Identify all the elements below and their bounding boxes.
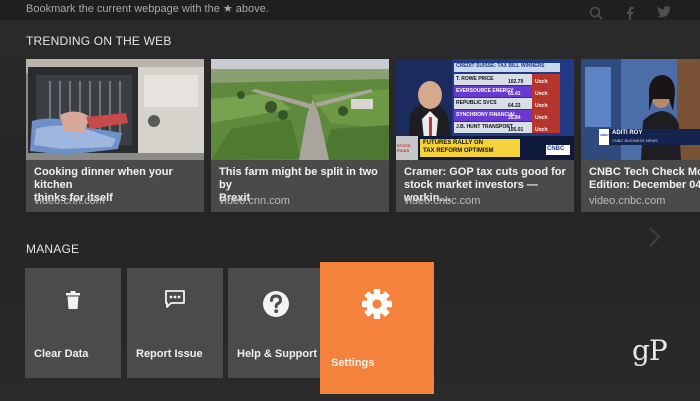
tile-label: Help & Support [237,348,318,360]
card-source: video.cnbc.com [589,195,666,207]
card-source: video.cnbc.com [404,195,481,207]
banner-left: STOCK PICKS [397,143,411,153]
video-thumbnail: CREDIT SUISSE: TAX BILL WINNERS T. ROWE … [396,59,574,160]
clear-data-button[interactable]: Clear Data [25,268,121,378]
ticker-row: J.B. HUNT TRANSPORT [456,124,513,130]
watermark-logo: gP [632,334,668,367]
lower-third-name: ADITI ROY [612,130,643,136]
settings-button[interactable]: Settings [320,262,434,394]
card-title: CNBC Tech Check Morn Edition: December 0… [589,166,700,191]
bookmark-hint: Bookmark the current webpage with the ★ … [26,3,269,15]
banner-text: FUTURES RALLY ON TAX REFORM OPTIMISM [423,140,494,154]
report-issue-button[interactable]: Report Issue [127,268,223,378]
video-thumbnail [26,59,204,160]
card-source: video.cnn.com [219,195,290,207]
ticker-header: CREDIT SUISSE: TAX BILL WINNERS [456,63,545,69]
twitter-icon[interactable] [656,6,672,22]
ticker-row: T. ROWE PRICE [456,76,494,82]
video-thumbnail: ADITI ROY CNBC BUSINESS NEWS CNBC [581,59,700,160]
card-source: video.cnn.com [34,195,105,207]
top-icons [588,6,672,22]
trending-section-title: TRENDING ON THE WEB [26,34,172,48]
cnbc-logo: CNBC [600,133,609,137]
trending-card-farm[interactable]: This farm might be split in two by Brexi… [211,59,389,212]
ticker-values: 102.79 65.41 64.22 35.84 105.01 [508,79,524,133]
facebook-icon[interactable] [622,6,638,22]
message-icon [165,290,185,313]
gear-icon [361,288,393,325]
tile-label: Report Issue [136,348,203,360]
lower-third-role: CNBC BUSINESS NEWS [612,138,658,143]
top-bar: Bookmark the current webpage with the ★ … [0,0,700,20]
trending-card-cramer[interactable]: CREDIT SUISSE: TAX BILL WINNERS T. ROWE … [396,59,574,212]
trash-icon [65,290,81,315]
trending-card-kitchen[interactable]: Cooking dinner when your kitchen thinks … [26,59,204,212]
search-icon[interactable] [588,6,604,22]
ticker-row: EVERSOURCE ENERGY [456,88,514,94]
ticker-row: REPUBLIC SVCS [456,100,497,106]
ticker-changes: Unch Unch Unch Unch Unch [535,79,548,133]
video-thumbnail [211,59,389,160]
tile-label: Settings [331,357,375,369]
trending-card-tech-check[interactable]: ADITI ROY CNBC BUSINESS NEWS CNBC CNBC T… [581,59,700,212]
chevron-right-icon [648,226,672,250]
help-support-button[interactable]: Help & Support [228,268,324,378]
manage-section-title: MANAGE [26,242,80,256]
tile-label: Clear Data [34,348,89,360]
cnbc-logo: CNBC [547,146,565,152]
help-icon [262,290,290,323]
